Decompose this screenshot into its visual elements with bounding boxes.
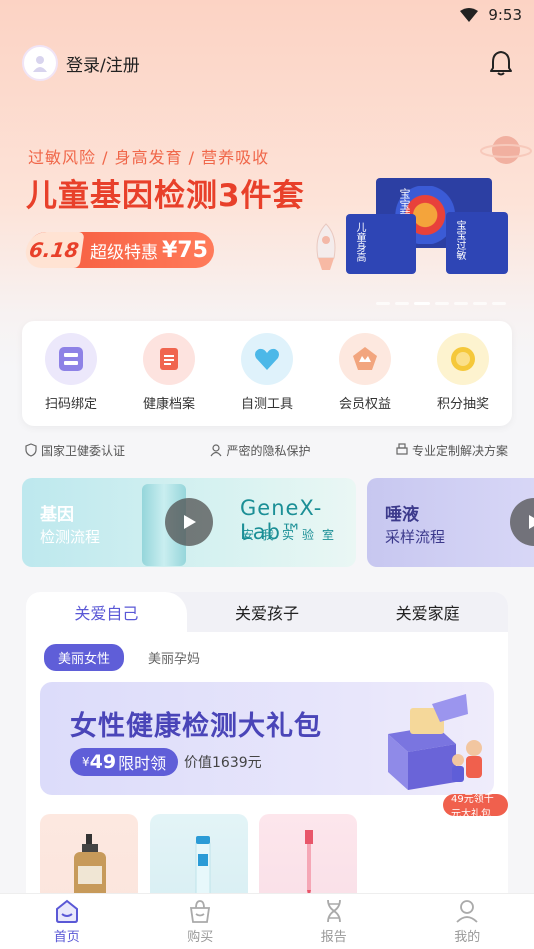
nav-home[interactable]: 首页 xyxy=(27,898,107,945)
tool-label: 健康档案 xyxy=(142,397,195,412)
tool-member-benefits[interactable]: 会员权益 xyxy=(325,333,405,426)
printer-icon xyxy=(396,443,408,455)
promo-value: 价值1639元 xyxy=(184,755,262,771)
banner-pagination xyxy=(376,302,506,305)
user-icon xyxy=(33,56,47,72)
nav-buy[interactable]: 购买 xyxy=(160,898,240,945)
video-subtitle: 采样流程 xyxy=(385,528,446,546)
tool-points-lottery[interactable]: 积分抽奖 xyxy=(423,333,503,426)
play-icon xyxy=(184,515,196,529)
top-header: 登录/注册 xyxy=(22,44,514,82)
tool-label: 自测工具 xyxy=(240,397,293,412)
product-card-tablets[interactable] xyxy=(150,814,248,902)
box-label-3: 宝宝过敏 xyxy=(454,220,465,260)
video-card-gene-test[interactable]: 基因 检测流程 GeneX-Lab™ 安我实验室 xyxy=(22,478,356,567)
quick-tools: 扫码绑定 健康档案 自测工具 会员权益 积分抽奖 xyxy=(22,321,512,426)
trust-row: 国家卫健委认证 严密的隐私保护 专业定制解决方案 xyxy=(24,440,508,460)
nav-label: 我的 xyxy=(454,930,481,945)
bell-icon[interactable] xyxy=(488,49,514,77)
tool-self-test[interactable]: 自测工具 xyxy=(227,333,307,426)
product-card-dropper[interactable] xyxy=(259,814,357,902)
product-box-right: 宝宝过敏 xyxy=(446,212,508,274)
video-subtitle: 检测流程 xyxy=(40,528,101,546)
tool-label: 扫码绑定 xyxy=(44,397,97,412)
heart-icon xyxy=(241,333,293,385)
bottom-navigation: 首页 购买 报告 我的 xyxy=(0,893,534,949)
chip-pregnant-moms[interactable]: 美丽孕妈 xyxy=(134,644,214,671)
banner-subtitle: 过敏风险 / 身高发育 / 营养吸收 xyxy=(28,148,270,167)
status-bar: 9:53 xyxy=(0,0,534,30)
privacy-icon xyxy=(210,444,222,457)
nav-label: 报告 xyxy=(320,930,347,945)
trust-item: 国家卫健委认证 xyxy=(24,440,125,460)
promo-badge[interactable]: 49元领千元大礼包 xyxy=(443,794,508,820)
promo-title: 女性健康检测大礼包 xyxy=(70,711,322,742)
product-card-bodywash[interactable] xyxy=(40,814,138,902)
status-time: 9:53 xyxy=(488,6,522,24)
nav-report[interactable]: 报告 xyxy=(294,898,374,945)
dna-icon xyxy=(326,899,341,923)
promo-price-pill[interactable]: ¥49 限时领 xyxy=(70,748,179,776)
profile-icon xyxy=(456,900,478,923)
nav-label: 首页 xyxy=(53,930,80,945)
bag-icon xyxy=(190,900,211,923)
tool-label: 积分抽奖 xyxy=(436,397,489,412)
tool-label: 会员权益 xyxy=(338,397,391,412)
video-title: 唾液 xyxy=(385,505,419,525)
tab-care-children[interactable]: 关爱孩子 xyxy=(187,592,348,632)
product-box-left: 儿童身高 xyxy=(346,214,416,274)
tool-scan-bind[interactable]: 扫码绑定 xyxy=(31,333,111,426)
care-section: 关爱自己 关爱孩子 关爱家庭 美丽女性 美丽孕妈 女性健康检测大礼包 ¥49 限… xyxy=(26,592,508,902)
login-register-link[interactable]: 登录/注册 xyxy=(66,51,140,76)
shield-icon xyxy=(25,443,37,457)
promo-tag: 6.18 xyxy=(23,232,85,268)
coin-icon xyxy=(437,333,489,385)
scan-icon xyxy=(45,333,97,385)
promo-price: ¥75 xyxy=(162,237,208,263)
wifi-icon xyxy=(460,8,479,22)
chip-beautiful-women[interactable]: 美丽女性 xyxy=(44,644,125,671)
play-button[interactable] xyxy=(510,498,534,546)
promo-gift-card[interactable]: 女性健康检测大礼包 ¥49 限时领 价值1639元 xyxy=(40,682,494,795)
planet-icon xyxy=(480,136,532,164)
promo-label: 超级特惠 xyxy=(90,242,158,263)
category-chips: 美丽女性 美丽孕妈 xyxy=(44,644,214,671)
tube-image xyxy=(195,836,211,902)
trust-item: 专业定制解决方案 xyxy=(395,440,508,460)
lab-subtitle: 安我实验室 xyxy=(242,528,343,542)
trust-item: 严密的隐私保护 xyxy=(209,440,311,460)
bottle-image xyxy=(74,834,106,902)
promo-banner[interactable]: 过敏风险 / 身高发育 / 营养吸收 儿童基因检测3件套 超级特惠 ¥75 6.… xyxy=(0,130,534,310)
nav-profile[interactable]: 我的 xyxy=(427,898,507,945)
tool-health-record[interactable]: 健康档案 xyxy=(129,333,209,426)
video-card-saliva[interactable]: 唾液 采样流程 xyxy=(367,478,534,567)
gift-box-image xyxy=(388,694,482,790)
tab-care-family[interactable]: 关爱家庭 xyxy=(347,592,508,632)
care-tabs: 关爱自己 关爱孩子 关爱家庭 xyxy=(26,592,508,632)
home-icon xyxy=(55,899,78,923)
avatar[interactable] xyxy=(22,45,58,81)
video-title: 基因 xyxy=(40,505,74,525)
dropper-image xyxy=(305,830,313,900)
health-record-icon xyxy=(143,333,195,385)
tab-care-self[interactable]: 关爱自己 xyxy=(26,592,187,632)
play-icon xyxy=(529,515,534,529)
play-button[interactable] xyxy=(165,498,213,546)
crown-icon xyxy=(339,333,391,385)
rocket-icon xyxy=(316,223,336,270)
box-label-2: 儿童身高 xyxy=(354,222,365,262)
nav-label: 购买 xyxy=(187,930,214,945)
banner-title: 儿童基因检测3件套 xyxy=(26,178,305,214)
